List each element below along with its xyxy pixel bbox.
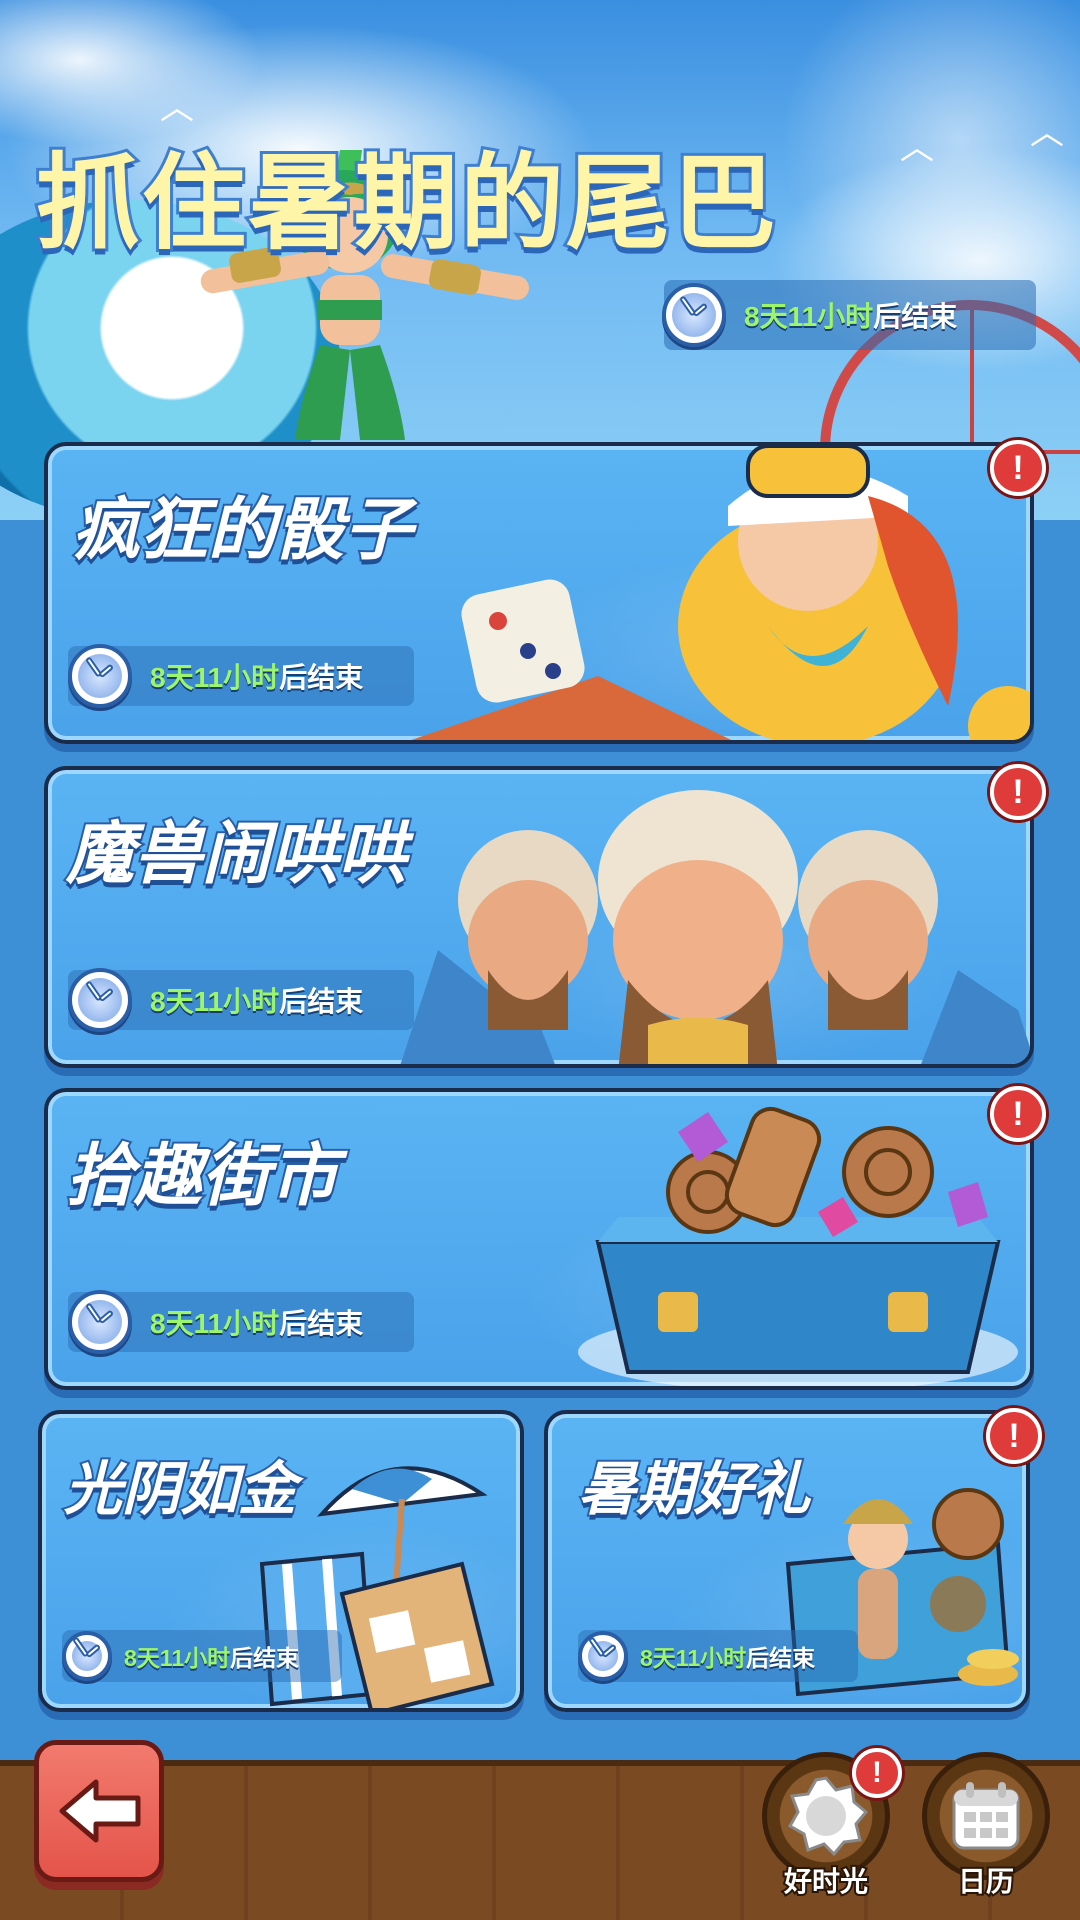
back-button[interactable]	[34, 1740, 164, 1882]
card-title: 疯狂的骰子	[70, 490, 414, 570]
timer-suffix: 后结束	[279, 986, 364, 1017]
card-timer: 8天11小时后结束	[68, 968, 414, 1032]
event-title: 抓住暑期的尾巴	[33, 143, 779, 265]
clock-icon	[68, 968, 132, 1032]
calendar-label: 日历	[956, 1864, 1016, 1899]
timer-remaining: 8天11小时	[744, 301, 874, 332]
timer-remaining: 8天11小时	[150, 986, 280, 1017]
seagull-icon: ︿	[900, 128, 934, 168]
seagull-icon: ︿	[1030, 113, 1064, 153]
alert-icon: !	[990, 1086, 1046, 1142]
card-title: 魔兽闹哄哄	[64, 814, 408, 894]
timer-suffix: 后结束	[746, 1645, 816, 1671]
timer-suffix: 后结束	[873, 301, 958, 332]
card-timer: 8天11小时后结束	[68, 644, 414, 708]
card-timer: 8天11小时后结束	[578, 1630, 858, 1682]
timer-suffix: 后结束	[230, 1645, 300, 1671]
chest-icon	[578, 1106, 1018, 1386]
clock-icon	[578, 1631, 628, 1681]
timer-remaining: 8天11小时	[640, 1645, 747, 1671]
timer-suffix: 后结束	[279, 1308, 364, 1339]
timer-suffix: 后结束	[279, 662, 364, 693]
timer-remaining: 8天11小时	[150, 1308, 280, 1339]
alert-icon: !	[852, 1748, 902, 1798]
alert-icon: !	[990, 764, 1046, 820]
card-fun-market[interactable]: 拾趣街市 8天11小时后结束 !	[44, 1086, 1046, 1390]
crazy-dice-illustration	[411, 446, 1030, 740]
timer-remaining: 8天11小时	[124, 1645, 231, 1671]
timer-remaining: 8天11小时	[150, 662, 280, 693]
alert-icon: !	[990, 440, 1046, 496]
card-summer-gift[interactable]: 暑期好礼 8天11小时后结束 !	[544, 1408, 1042, 1712]
card-crazy-dice[interactable]: 疯狂的骰子 8天11小时后结束 !	[44, 440, 1046, 744]
clock-icon	[68, 644, 132, 708]
monster-party-illustration	[400, 790, 1030, 1064]
clock-icon	[62, 1631, 112, 1681]
alert-icon: !	[986, 1408, 1042, 1464]
back-arrow-icon	[59, 1779, 141, 1843]
clock-icon	[68, 1290, 132, 1354]
card-title: 光阴如金	[62, 1455, 298, 1524]
event-timer: 8天11小时后结束	[662, 280, 1036, 350]
card-title: 暑期好礼	[576, 1455, 812, 1524]
card-monster-party[interactable]: 魔兽闹哄哄 8天11小时后结束 !	[44, 764, 1046, 1068]
clock-icon	[662, 283, 726, 347]
card-timer: 8天11小时后结束	[62, 1630, 342, 1682]
card-time-is-gold[interactable]: 光阴如金 8天11小时后结束	[38, 1410, 524, 1712]
good-time-label: 好时光	[782, 1864, 870, 1899]
card-title: 拾趣街市	[64, 1136, 340, 1216]
calendar-icon	[952, 1782, 1020, 1850]
card-timer: 8天11小时后结束	[68, 1290, 414, 1354]
